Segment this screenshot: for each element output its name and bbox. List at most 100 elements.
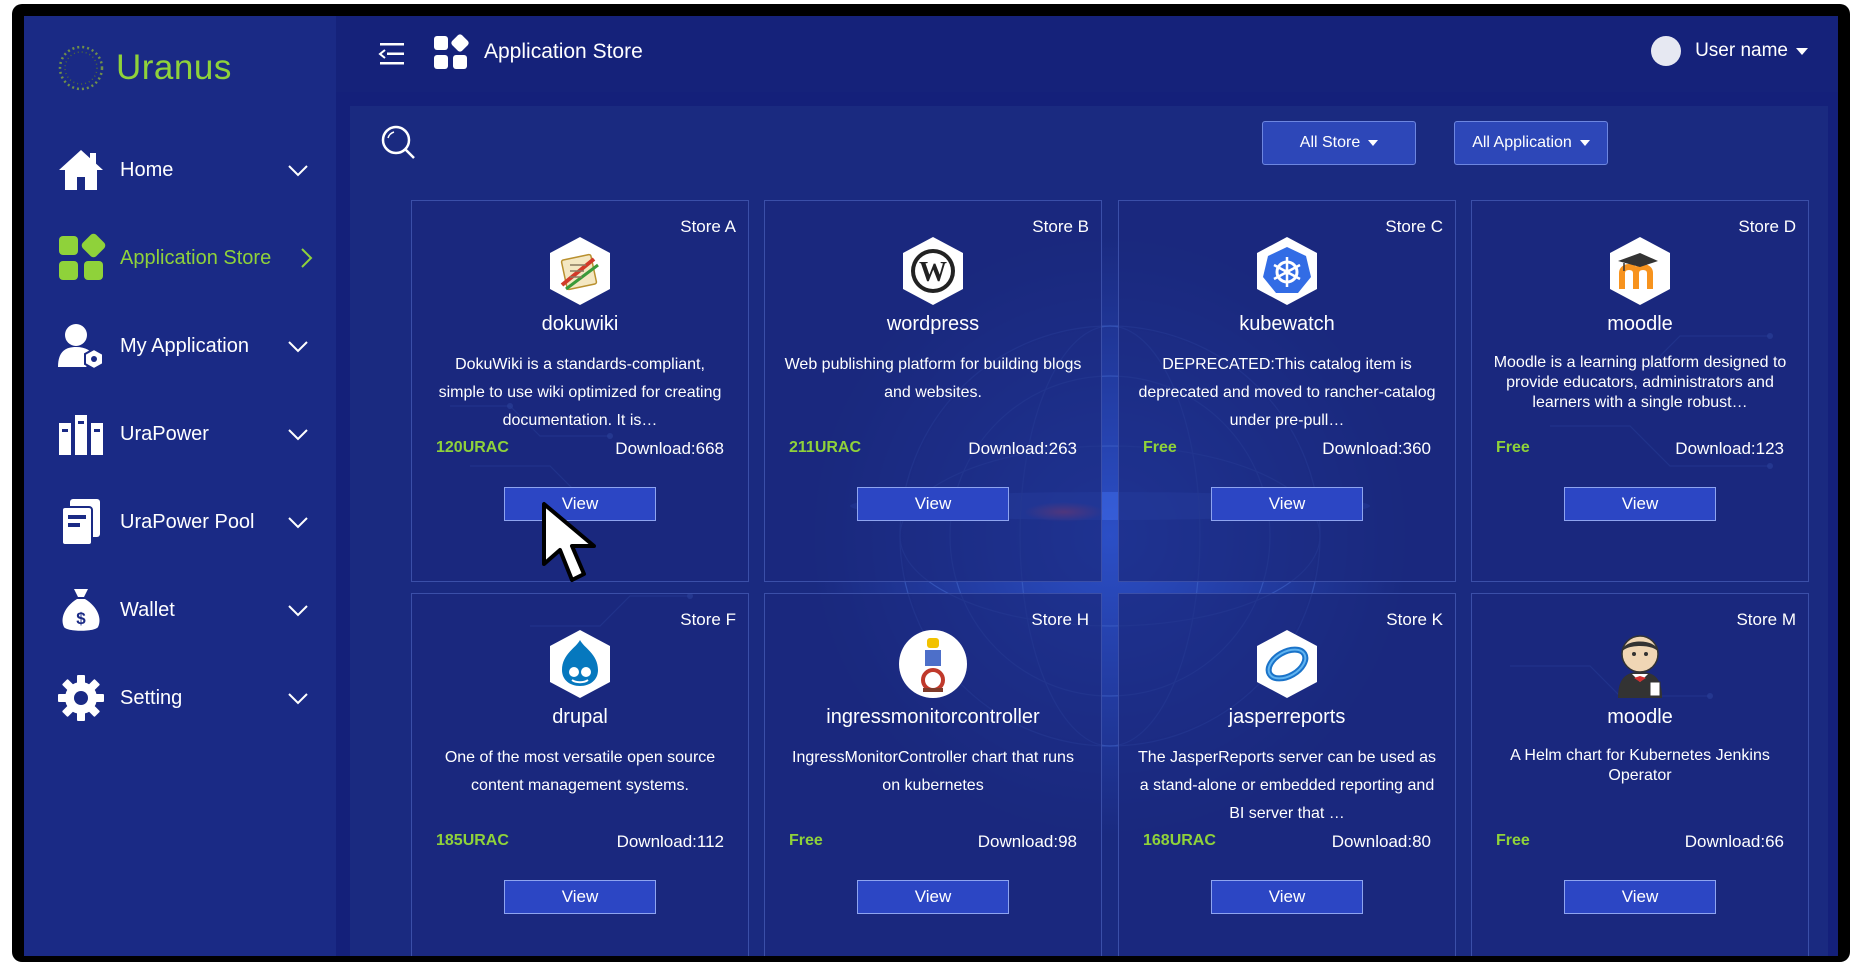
app-card-ingressmonitorcontroller[interactable]: Store H ingressmonitorcontroller Ingress… — [764, 593, 1102, 956]
drupal-logo-icon — [550, 630, 610, 698]
sidebar-item-label: Home — [120, 158, 174, 181]
card-description: The JasperReports server can be used as … — [1138, 749, 1436, 822]
uranus-logo-icon — [58, 45, 104, 91]
card-app-name: moodle — [1607, 313, 1673, 335]
view-button[interactable]: View — [1564, 487, 1716, 521]
sidebar-item-application-store[interactable]: Application Store — [24, 214, 336, 302]
app-card-jasperreports[interactable]: Store K jasperreports The JasperReports … — [1118, 593, 1456, 956]
sidebar-item-label: Application Store — [120, 246, 272, 269]
menu-collapse-icon[interactable] — [378, 40, 408, 68]
card-price: Free — [1496, 832, 1530, 849]
kubernetes-logo-icon — [1257, 237, 1317, 305]
gear-icon — [58, 675, 104, 721]
sidebar-item-label: Setting — [120, 686, 183, 709]
app-grid-icon — [59, 233, 106, 280]
sidebar-item-urapower[interactable]: UraPower — [24, 390, 336, 478]
sidebar-nav: Home Application Store My Application Ur… — [24, 126, 336, 742]
ingress-logo-icon — [899, 630, 967, 698]
card-download-count: Download:263 — [968, 439, 1077, 458]
caret-down-icon — [1368, 140, 1379, 146]
chevron-down-icon[interactable] — [286, 334, 310, 358]
sidebar-item-label: Wallet — [120, 598, 175, 621]
card-download-count: Download:80 — [1331, 832, 1431, 851]
logo[interactable]: Uranus — [54, 30, 232, 106]
sidebar-item-wallet[interactable]: $ Wallet — [24, 566, 336, 654]
card-download-count: Download:112 — [616, 832, 724, 851]
search-icon[interactable] — [378, 122, 418, 162]
card-description: DokuWiki is a standards-compliant, simpl… — [438, 356, 722, 429]
app-card-wordpress[interactable]: Store B W wordpress Web publishing platf… — [764, 200, 1102, 582]
app-card-moodle[interactable]: Store D moodle Moodle is a learning plat… — [1471, 200, 1809, 582]
chevron-down-icon[interactable] — [286, 158, 310, 182]
card-download-count: Download:66 — [1684, 832, 1784, 851]
chevron-down-icon[interactable] — [286, 598, 310, 622]
mouse-cursor-icon — [542, 502, 596, 582]
card-description: Moodle is a learning platform designed t… — [1493, 354, 1787, 411]
wordpress-logo-icon: W — [903, 237, 963, 305]
view-button[interactable]: View — [857, 880, 1009, 914]
card-download-count: Download:98 — [977, 832, 1077, 851]
card-store-label: Store K — [1386, 610, 1443, 629]
card-app-name: jasperreports — [1228, 706, 1346, 728]
card-store-label: Store D — [1738, 217, 1796, 236]
chevron-down-icon[interactable] — [286, 510, 310, 534]
sidebar-item-my-application[interactable]: My Application — [24, 302, 336, 390]
view-button[interactable]: View — [1564, 880, 1716, 914]
app-window: Uranus Home Application Store My Applica… — [24, 16, 1838, 956]
card-store-label: Store H — [1031, 610, 1089, 629]
pool-icon — [61, 499, 100, 546]
user-menu[interactable]: User name — [1651, 36, 1808, 66]
app-name: Uranus — [116, 48, 232, 87]
app-card-drupal[interactable]: Store F drupal One of the most versatile… — [411, 593, 749, 956]
moodle-logo-icon — [1610, 237, 1670, 305]
view-button[interactable]: View — [1211, 487, 1363, 521]
card-download-count: Download:123 — [1675, 439, 1784, 458]
card-download-count: Download:360 — [1322, 439, 1431, 458]
chevron-down-icon[interactable] — [286, 422, 310, 446]
card-app-name: moodle — [1607, 706, 1673, 728]
avatar — [1651, 36, 1682, 66]
card-description: One of the most versatile open source co… — [444, 749, 716, 794]
card-price: Free — [789, 832, 823, 849]
sidebar: Uranus Home Application Store My Applica… — [24, 16, 336, 956]
card-price: 211URAC — [789, 439, 862, 456]
card-store-label: Store F — [680, 610, 736, 629]
money-bag-icon: $ — [62, 589, 100, 631]
card-store-label: Store B — [1032, 217, 1089, 236]
top-header: Application Store User name — [336, 16, 1838, 92]
jenkins-logo-icon — [1618, 635, 1662, 698]
sidebar-item-setting[interactable]: Setting — [24, 654, 336, 742]
application-filter-dropdown[interactable]: All Application — [1454, 121, 1608, 165]
sidebar-item-label: UraPower Pool — [120, 510, 255, 533]
user-app-icon — [58, 324, 104, 371]
card-description: IngressMonitorController chart that runs… — [792, 749, 1074, 794]
card-app-name: wordpress — [886, 313, 980, 335]
caret-down-icon — [1579, 140, 1590, 146]
card-price: 168URAC — [1143, 832, 1216, 849]
card-price: Free — [1143, 439, 1177, 456]
sidebar-item-urapower-pool[interactable]: UraPower Pool — [24, 478, 336, 566]
app-card-kubewatch[interactable]: Store C kubewatch DEPRECATED:This catalo… — [1118, 200, 1456, 582]
card-price: 120URAC — [436, 439, 509, 456]
card-download-count: Download:668 — [615, 439, 724, 458]
view-button[interactable]: View — [504, 880, 656, 914]
card-app-name: dokuwiki — [541, 313, 619, 335]
server-icon — [59, 415, 103, 455]
user-name: User name — [1695, 40, 1788, 61]
sidebar-item-home[interactable]: Home — [24, 126, 336, 214]
caret-down-icon — [1796, 47, 1808, 55]
view-button[interactable]: View — [857, 487, 1009, 521]
dokuwiki-logo-icon — [550, 237, 610, 305]
card-app-name: drupal — [552, 706, 608, 728]
chevron-down-icon[interactable] — [286, 686, 310, 710]
chevron-right-icon — [301, 248, 313, 268]
card-price: 185URAC — [436, 832, 509, 849]
jasper-logo-icon — [1257, 630, 1317, 698]
view-button[interactable]: View — [1211, 880, 1363, 914]
store-filter-value: All Store — [1299, 134, 1361, 151]
home-icon — [59, 150, 103, 190]
app-card-moodle-jenkins[interactable]: Store M moodle A Helm chart for Kubernet… — [1471, 593, 1809, 956]
card-app-name: kubewatch — [1239, 313, 1335, 335]
store-filter-dropdown[interactable]: All Store — [1262, 121, 1416, 165]
card-description: Web publishing platform for building blo… — [784, 356, 1082, 401]
